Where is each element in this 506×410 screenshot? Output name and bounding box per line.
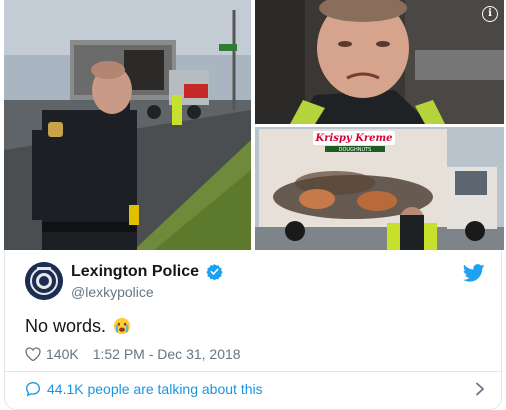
timestamp[interactable]: 1:52 PM - Dec 31, 2018 (93, 346, 241, 362)
tweet-header: Lexington Police @lexkypolice (25, 262, 485, 302)
like-count[interactable]: 140K (46, 346, 79, 362)
tweet-body[interactable]: Lexington Police @lexkypolice No words. (4, 250, 503, 410)
twitter-bird-icon[interactable] (463, 264, 485, 282)
embedded-tweet-card: i Krispy Kreme DOUGHNUTS Lexington Polic… (0, 0, 506, 410)
photo-burnt-truck[interactable]: Krispy Kreme DOUGHNUTS (255, 127, 504, 250)
tweet-text-line: No words. (25, 316, 131, 337)
truck-logo-text: Krispy Kreme (315, 133, 393, 144)
display-name[interactable]: Lexington Police (71, 263, 199, 281)
tweet-text: No words. (25, 316, 107, 336)
speech-bubble-icon (25, 381, 41, 397)
author-names: Lexington Police @lexkypolice (71, 263, 224, 300)
talking-about-text: 44.1K people are talking about this (47, 381, 263, 397)
photo-officer-by-truck[interactable] (4, 0, 251, 250)
photo-officer-closeup[interactable]: i (255, 0, 504, 124)
truck-logo-subtext: DOUGHNUTS (339, 147, 372, 153)
info-icon[interactable]: i (482, 6, 498, 22)
media-grid[interactable]: i Krispy Kreme DOUGHNUTS (4, 0, 504, 250)
tweet-meta: 140K 1:52 PM - Dec 31, 2018 (25, 346, 241, 362)
talking-about-link[interactable]: 44.1K people are talking about this (25, 381, 485, 397)
verified-badge-icon (206, 263, 224, 280)
heart-icon[interactable] (25, 347, 41, 361)
divider (5, 371, 503, 372)
police-badge-icon (25, 262, 63, 300)
photo-officer-closeup-image (255, 0, 504, 124)
handle[interactable]: @lexkypolice (71, 284, 223, 300)
chevron-right-icon (476, 382, 484, 396)
photo-officer-by-truck-image (4, 0, 251, 250)
crying-face-icon (113, 317, 131, 335)
avatar[interactable] (25, 262, 63, 300)
photo-burnt-truck-image: Krispy Kreme DOUGHNUTS (255, 127, 504, 250)
